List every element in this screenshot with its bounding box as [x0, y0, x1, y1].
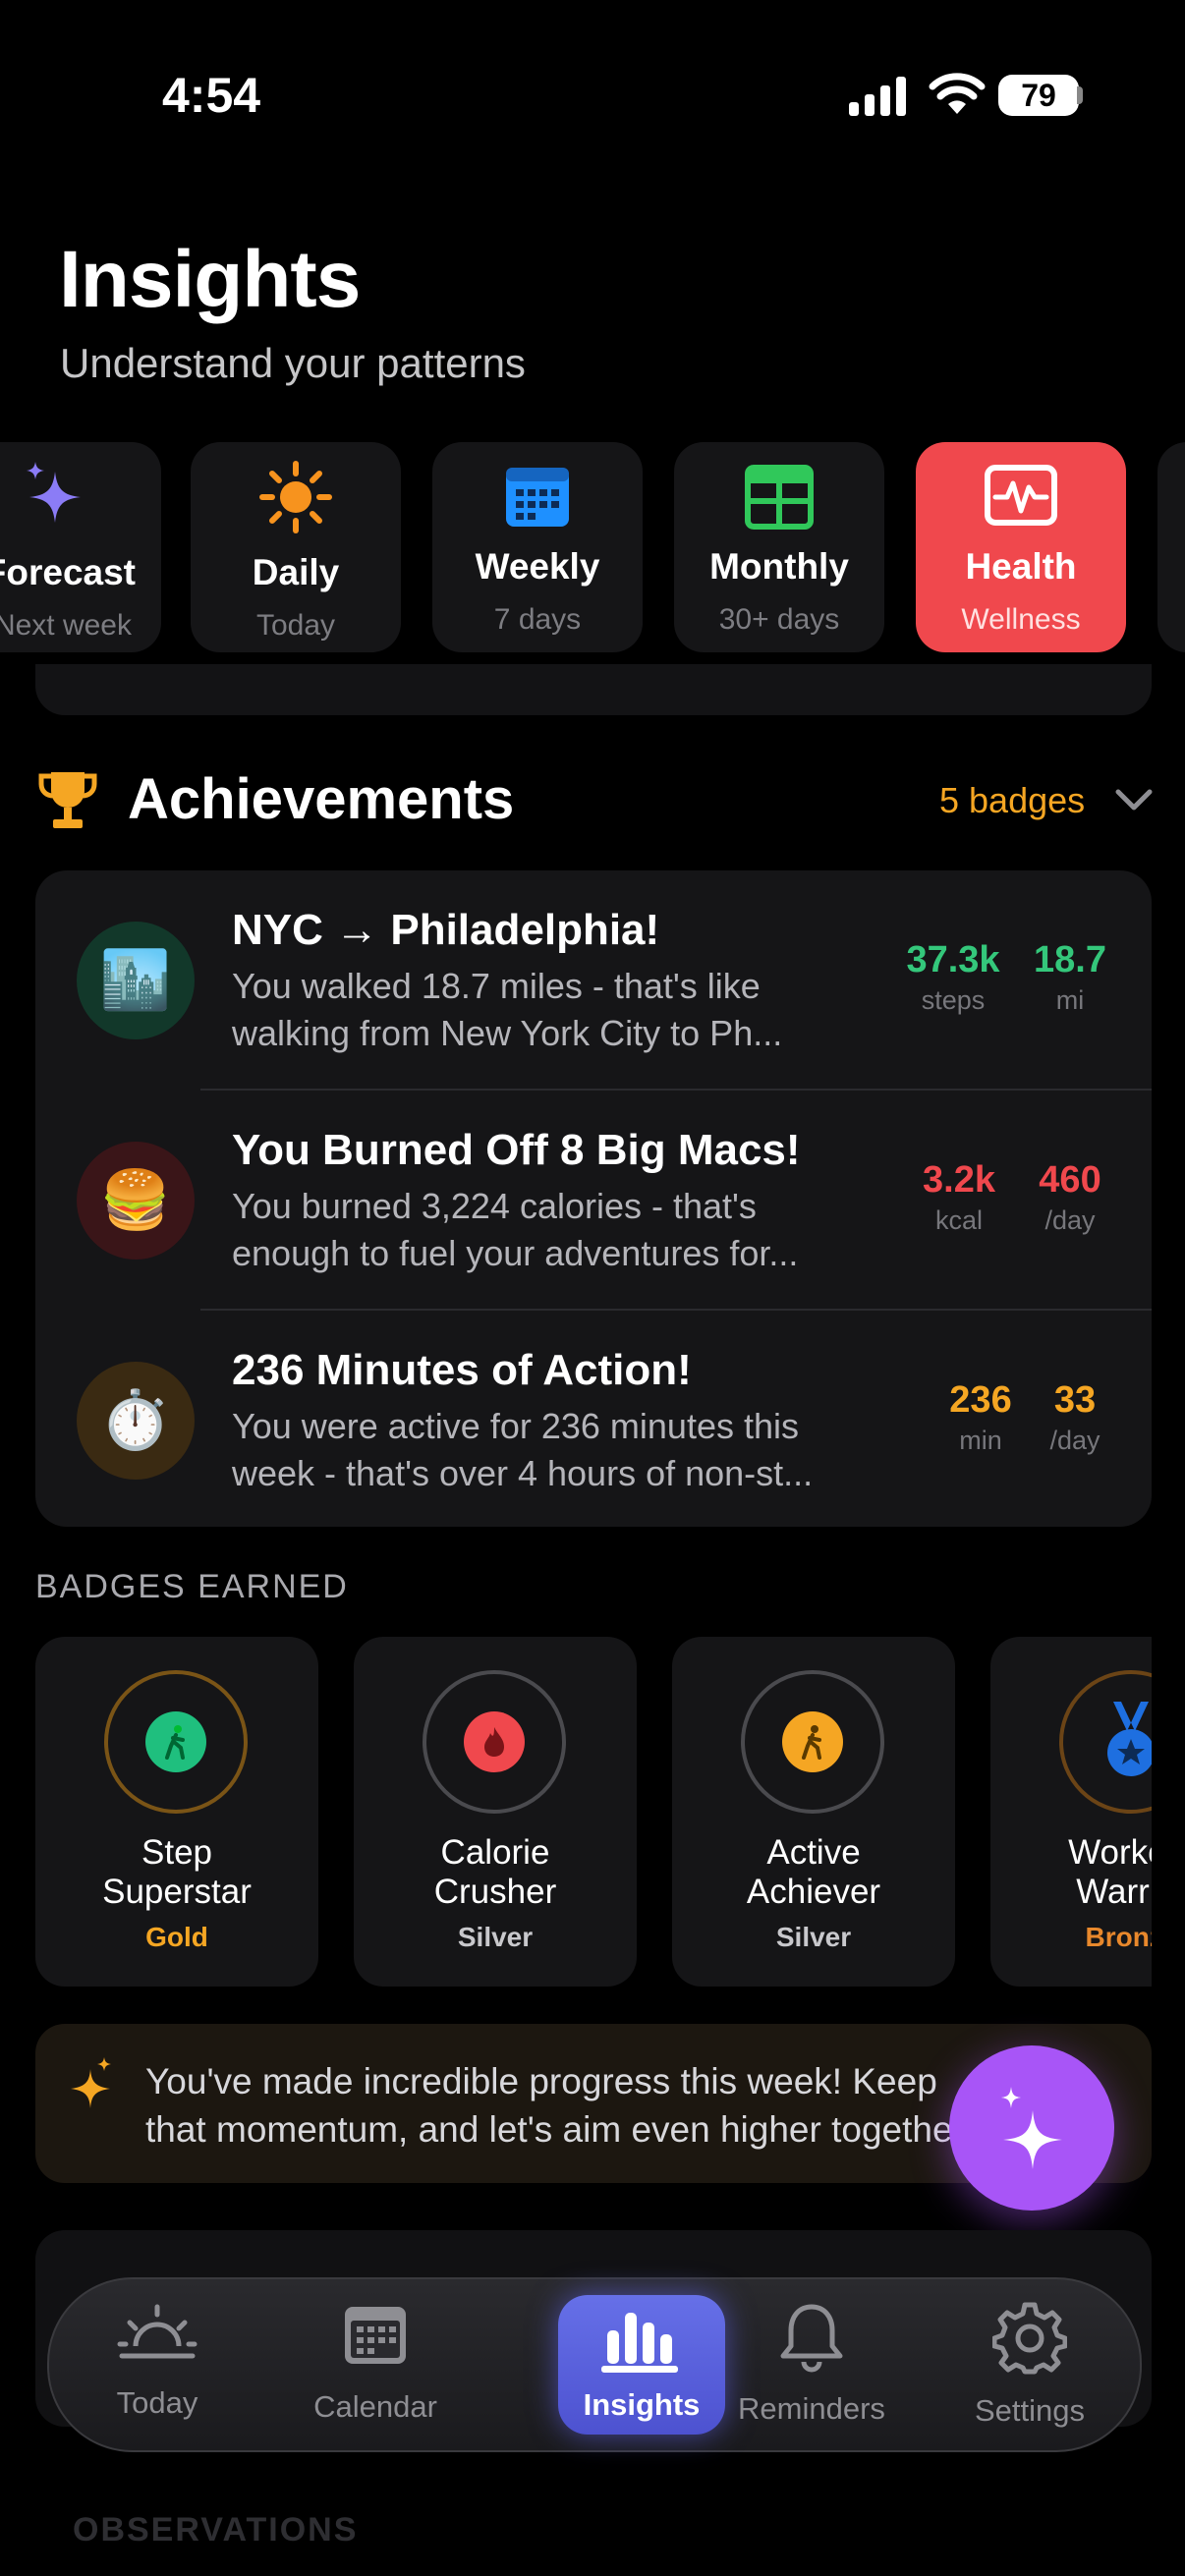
bell-icon [780, 2304, 843, 2373]
city-icon: 🏙️ [77, 922, 195, 1039]
tabbar-reminders[interactable]: Reminders [713, 2279, 910, 2450]
tab-sublabel: Next week [0, 609, 132, 642]
badge-card-clip: WorkoutWarrior Bronze [990, 1637, 1152, 1987]
badge-name: Calorie Crusher [433, 1833, 557, 1911]
achievement-row[interactable]: 🍔 You Burned Off 8 Big Macs! You burned … [35, 1091, 1152, 1309]
sparkle-icon [71, 2057, 111, 2108]
badge-ring [741, 1670, 884, 1814]
badge-count[interactable]: 5 badges [939, 780, 1085, 821]
walking-icon [782, 1711, 843, 1772]
grid-table-icon [745, 465, 814, 530]
badge-tier: Bronze [1085, 1922, 1152, 1952]
achievements-title: Achievements [128, 767, 515, 831]
badge-name: WorkoutWarrior [1068, 1833, 1152, 1911]
page-subtitle: Understand your patterns [60, 340, 526, 386]
achievement-row[interactable]: 🏙️ NYC → Philadelphia! You walked 18.7 m… [35, 870, 1152, 1089]
tab-label: Weekly [475, 546, 600, 587]
calendar-icon [345, 2307, 406, 2364]
previous-card-edge [35, 664, 1152, 715]
sparkles-icon [27, 462, 81, 523]
tabbar-label: Settings [974, 2393, 1085, 2428]
badge-ring [423, 1670, 566, 1814]
achievement-title: You Burned Off 8 Big Macs! [232, 1126, 801, 1174]
achievements-card: 🏙️ NYC → Philadelphia! You walked 18.7 m… [35, 870, 1152, 1527]
badge-card[interactable]: WorkoutWarrior Bronze [990, 1637, 1152, 1987]
badge-name: Step Superstar [102, 1833, 252, 1911]
stat-kcal-per-day: 460 /day [1039, 1159, 1101, 1235]
achievement-description: You burned 3,224 calories - that's enough… [232, 1186, 799, 1273]
trophy-icon [38, 772, 97, 828]
tabbar-label: Reminders [738, 2391, 885, 2426]
status-time: 4:54 [162, 68, 261, 123]
sunrise-icon [117, 2304, 198, 2359]
stat-steps: 37.3k steps [906, 939, 1000, 1015]
battery-tip [1077, 86, 1083, 104]
badge-card[interactable]: Active Achiever Silver [672, 1637, 955, 1987]
insight-message: You've made incredible progress this wee… [145, 2061, 976, 2150]
tabbar-label: Today [116, 2385, 198, 2420]
tab-label: Forecast [0, 552, 136, 592]
tabbar-settings[interactable]: Settings [931, 2279, 1128, 2450]
badge-ring [104, 1670, 248, 1814]
stat-kcal: 3.2k kcal [923, 1159, 995, 1235]
badge-tier: Silver [457, 1922, 534, 1952]
badge-ring [1059, 1670, 1152, 1814]
stat-miles: 18.7 mi [1034, 939, 1106, 1015]
badge-tier: Silver [775, 1922, 852, 1952]
gear-icon [992, 2302, 1067, 2375]
tab-label: Monthly [709, 546, 849, 587]
stat-minutes: 236 min [949, 1379, 1012, 1455]
heart-monitor-icon [985, 465, 1057, 526]
tab-sublabel: Today [255, 609, 336, 642]
badge-card[interactable]: Calorie Crusher Silver [354, 1637, 637, 1987]
tab-next-peek[interactable] [1157, 442, 1185, 652]
badge-tier: Gold [145, 1922, 208, 1952]
tabbar-label: Calendar [313, 2389, 437, 2424]
achievement-title: NYC → Philadelphia! [232, 906, 660, 954]
battery-indicator: 79 [998, 75, 1079, 116]
achievement-title: 236 Minutes of Action! [232, 1346, 692, 1394]
wifi-icon [929, 73, 986, 114]
stopwatch-icon: ⏱️ [77, 1362, 195, 1480]
tab-monthly[interactable]: Monthly 30+ days [674, 442, 884, 652]
achievement-description: You were active for 236 minutes this week… [232, 1406, 814, 1493]
sun-icon [259, 461, 332, 533]
walking-icon [145, 1711, 206, 1772]
tab-sublabel: 7 days [493, 603, 582, 636]
achievement-row[interactable]: ⏱️ 236 Minutes of Action! You were activ… [35, 1311, 1152, 1527]
observations-label: OBSERVATIONS [73, 2511, 359, 2548]
tab-health[interactable]: Health Wellness [916, 442, 1126, 652]
tabbar-calendar[interactable]: Calendar [277, 2279, 474, 2450]
tab-label: Daily [252, 552, 340, 592]
sparkles-icon [1001, 2087, 1062, 2169]
cellular-signal-icon [849, 77, 906, 116]
flame-icon [464, 1711, 525, 1772]
medal-icon [1107, 1702, 1152, 1776]
burger-icon: 🍔 [77, 1142, 195, 1260]
tab-weekly[interactable]: Weekly 7 days [432, 442, 643, 652]
tab-sublabel: 30+ days [718, 603, 840, 636]
tab-sublabel: Wellness [961, 603, 1081, 636]
achievement-description: You walked 18.7 miles - that's like walki… [232, 966, 783, 1053]
tab-forecast[interactable]: Forecast Next week [0, 442, 161, 652]
page-title: Insights [59, 235, 361, 324]
bar-chart-icon [601, 2313, 678, 2373]
stat-minutes-per-day: 33 /day [1049, 1379, 1100, 1455]
tab-label: Health [965, 546, 1077, 587]
badge-name: Active Achiever [746, 1833, 881, 1911]
calendar-week-icon [506, 468, 569, 527]
bottom-tab-bar: Today Calendar Insights Reminders Settin… [47, 2277, 1142, 2452]
tabbar-label: Insights [583, 2387, 701, 2422]
ai-assistant-button[interactable] [949, 2045, 1114, 2211]
badges-section-label: BADGES EARNED [35, 1568, 349, 1605]
tabbar-today[interactable]: Today [59, 2279, 255, 2450]
badge-card[interactable]: Step Superstar Gold [35, 1637, 318, 1987]
tabbar-insights[interactable]: Insights [558, 2295, 725, 2435]
tab-daily[interactable]: Daily Today [191, 442, 401, 652]
chevron-down-icon[interactable] [1114, 786, 1154, 813]
